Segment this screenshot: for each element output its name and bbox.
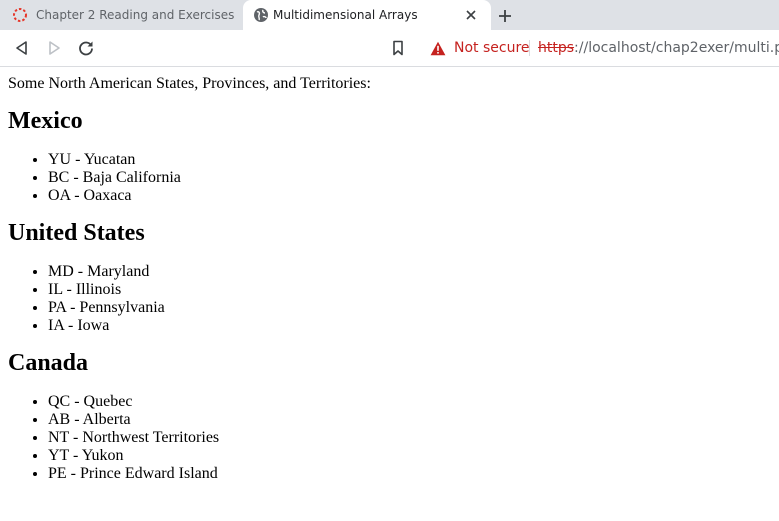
address-bar[interactable]: Not secure https://localhost/chap2exer/m… xyxy=(421,33,779,63)
forward-icon[interactable] xyxy=(45,39,63,57)
url-path: ://localhost/chap2exer/multi.php xyxy=(574,40,779,56)
region-list: MD - Maryland IL - Illinois PA - Pennsyl… xyxy=(8,263,768,335)
warning-icon[interactable] xyxy=(430,41,446,56)
browser-toolbar: Not secure https://localhost/chap2exer/m… xyxy=(0,30,779,67)
list-item: NT - Northwest Territories xyxy=(48,429,768,447)
intro-text: Some North American States, Provinces, a… xyxy=(8,75,371,92)
list-item: IA - Iowa xyxy=(48,317,768,335)
region-list: YU - Yucatan BC - Baja California OA - O… xyxy=(8,151,768,205)
tab-title: Multidimensional Arrays xyxy=(273,8,418,22)
country-heading: United States xyxy=(8,220,145,246)
bookmark-icon[interactable] xyxy=(389,39,407,57)
loading-spinner-icon xyxy=(13,8,27,22)
region-list: QC - Quebec AB - Alberta NT - Northwest … xyxy=(8,393,768,483)
new-tab-icon[interactable] xyxy=(494,5,516,27)
list-item: YT - Yukon xyxy=(48,447,768,465)
list-item: YU - Yucatan xyxy=(48,151,768,169)
list-item: OA - Oaxaca xyxy=(48,187,768,205)
tab-title: Chapter 2 Reading and Exercises xyxy=(36,8,235,22)
list-item: PE - Prince Edward Island xyxy=(48,465,768,483)
close-tab-icon[interactable] xyxy=(463,7,479,23)
country-heading: Canada xyxy=(8,350,89,376)
country-heading: Mexico xyxy=(8,108,83,134)
list-item: BC - Baja California xyxy=(48,169,768,187)
list-item: MD - Maryland xyxy=(48,263,768,281)
tab-chapter-2[interactable]: Chapter 2 Reading and Exercises xyxy=(0,0,243,30)
list-item: AB - Alberta xyxy=(48,411,768,429)
list-item: QC - Quebec xyxy=(48,393,768,411)
globe-icon xyxy=(254,8,268,22)
url-scheme: https xyxy=(538,40,575,56)
list-item: IL - Illinois xyxy=(48,281,768,299)
page-content: Some North American States, Provinces, a… xyxy=(8,66,768,483)
back-icon[interactable] xyxy=(13,39,31,57)
list-item: PA - Pennsylvania xyxy=(48,299,768,317)
url-text[interactable]: https://localhost/chap2exer/multi.php xyxy=(538,40,779,56)
tab-strip: Chapter 2 Reading and Exercises Multidim… xyxy=(0,0,779,30)
tab-multidimensional-arrays[interactable]: Multidimensional Arrays xyxy=(243,0,491,30)
reload-icon[interactable] xyxy=(77,39,95,57)
security-status[interactable]: Not secure xyxy=(454,40,530,56)
divider xyxy=(529,40,530,56)
